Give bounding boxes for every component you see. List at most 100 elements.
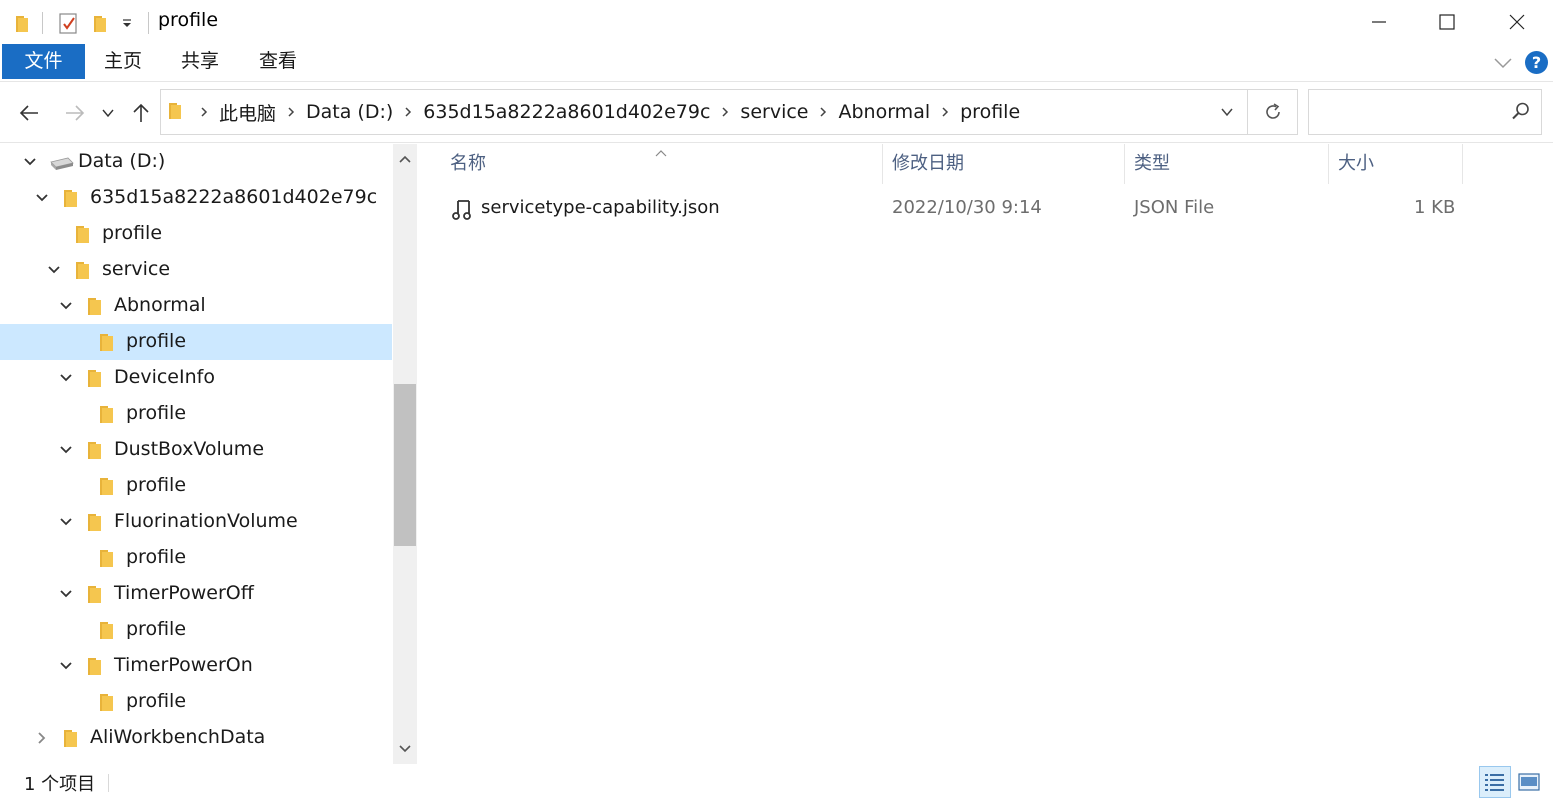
chevron-down-icon[interactable] bbox=[56, 368, 76, 388]
tree-item-fluorinationvolume-profile[interactable]: profile bbox=[0, 540, 392, 576]
help-button[interactable]: ? bbox=[1525, 51, 1548, 74]
tree-item-deviceinfo[interactable]: DeviceInfo bbox=[0, 360, 392, 396]
column-header-type[interactable]: 类型 bbox=[1124, 144, 1328, 184]
chevron-down-icon[interactable] bbox=[56, 512, 76, 532]
sort-ascending-icon bbox=[654, 142, 668, 163]
folder-icon bbox=[14, 10, 32, 36]
folder-icon bbox=[62, 189, 80, 214]
tree-item-drive[interactable]: Data (D:) bbox=[0, 144, 392, 180]
tree-item-timerpoweroff[interactable]: TimerPowerOff bbox=[0, 576, 392, 612]
chevron-right-icon[interactable] bbox=[714, 106, 736, 118]
chevron-down-icon[interactable] bbox=[56, 296, 76, 316]
crumb-drive[interactable]: Data (D:) bbox=[302, 101, 397, 123]
forward-button[interactable] bbox=[60, 98, 90, 128]
tree-item-label: profile bbox=[126, 330, 187, 352]
search-box[interactable] bbox=[1308, 89, 1542, 135]
folder-icon bbox=[74, 225, 92, 250]
tree-item-aliworkbenchdata[interactable]: AliWorkbenchData bbox=[0, 720, 392, 756]
navigation-pane: Data (D:) 635d15a8222a8601d402e79c profi… bbox=[0, 144, 392, 764]
chevron-right-icon[interactable] bbox=[32, 728, 52, 748]
json-file-icon bbox=[450, 198, 474, 227]
tree-item-dustboxvolume[interactable]: DustBoxVolume bbox=[0, 432, 392, 468]
back-button[interactable] bbox=[14, 98, 44, 128]
file-list: 名称 修改日期 类型 大小 servicetype-capability.jso… bbox=[420, 144, 1553, 764]
tree-item-service[interactable]: service bbox=[0, 252, 392, 288]
tree-item-label: profile bbox=[126, 474, 187, 496]
folder-icon bbox=[86, 513, 104, 538]
details-view-button[interactable] bbox=[1479, 766, 1511, 798]
up-button[interactable] bbox=[126, 98, 156, 128]
folder-icon bbox=[86, 585, 104, 610]
tree-item-deviceinfo-profile[interactable]: profile bbox=[0, 396, 392, 432]
file-type: JSON File bbox=[1134, 197, 1215, 218]
file-size: 1 KB bbox=[1414, 197, 1456, 218]
chevron-down-icon[interactable] bbox=[56, 584, 76, 604]
crumb-abnormal[interactable]: Abnormal bbox=[834, 101, 934, 123]
address-history-dropdown[interactable] bbox=[1207, 90, 1247, 134]
tab-file[interactable]: 文件 bbox=[2, 44, 85, 79]
expand-ribbon-icon[interactable] bbox=[1493, 54, 1513, 75]
chevron-down-icon[interactable] bbox=[20, 152, 40, 172]
tree-item-label: profile bbox=[102, 222, 163, 244]
chevron-right-icon[interactable] bbox=[812, 106, 834, 118]
tree-item-fluorinationvolume[interactable]: FluorinationVolume bbox=[0, 504, 392, 540]
tab-view[interactable]: 查看 bbox=[242, 44, 314, 79]
new-folder-icon[interactable] bbox=[92, 10, 110, 36]
file-name: servicetype-capability.json bbox=[481, 197, 720, 218]
tab-share[interactable]: 共享 bbox=[164, 44, 236, 79]
tree-item-timerpoweroff-profile[interactable]: profile bbox=[0, 612, 392, 648]
address-bar[interactable]: 此电脑 Data (D:) 635d15a8222a8601d402e79c s… bbox=[160, 89, 1298, 135]
tree-item-label: Abnormal bbox=[114, 294, 206, 316]
minimize-button[interactable] bbox=[1344, 0, 1414, 44]
tree-item-timerpoweron[interactable]: TimerPowerOn bbox=[0, 648, 392, 684]
chevron-down-icon[interactable] bbox=[56, 440, 76, 460]
folder-icon bbox=[74, 261, 92, 286]
recent-locations-icon[interactable] bbox=[96, 98, 120, 128]
properties-icon[interactable] bbox=[58, 10, 80, 36]
search-input[interactable] bbox=[1317, 98, 1497, 126]
customize-qa-dropdown-icon[interactable] bbox=[120, 10, 134, 36]
tree-item-timerpoweron-profile[interactable]: profile bbox=[0, 684, 392, 720]
tree-item-label: profile bbox=[126, 546, 187, 568]
column-header-size[interactable]: 大小 bbox=[1328, 144, 1462, 184]
crumb-service[interactable]: service bbox=[736, 101, 812, 123]
file-row[interactable]: servicetype-capability.json 2022/10/30 9… bbox=[448, 192, 1458, 226]
crumb-profile[interactable]: profile bbox=[956, 101, 1024, 123]
chevron-right-icon[interactable] bbox=[193, 106, 215, 118]
folder-icon bbox=[62, 729, 80, 754]
chevron-right-icon[interactable] bbox=[934, 106, 956, 118]
navigation-pane-scrollbar[interactable] bbox=[393, 144, 417, 764]
chevron-right-icon[interactable] bbox=[397, 106, 419, 118]
chevron-down-icon[interactable] bbox=[44, 260, 64, 280]
folder-icon bbox=[98, 549, 116, 574]
column-header-date[interactable]: 修改日期 bbox=[882, 144, 1124, 184]
tree-item-abnormal[interactable]: Abnormal bbox=[0, 288, 392, 324]
crumb-root-folder[interactable]: 635d15a8222a8601d402e79c bbox=[419, 101, 714, 123]
folder-icon bbox=[86, 369, 104, 394]
scroll-up-icon[interactable] bbox=[393, 144, 417, 174]
refresh-button[interactable] bbox=[1249, 90, 1297, 134]
scrollbar-thumb[interactable] bbox=[394, 384, 416, 546]
search-icon[interactable] bbox=[1511, 101, 1531, 126]
tree-item-label: profile bbox=[126, 690, 187, 712]
tree-item-abnormal-profile[interactable]: profile bbox=[0, 324, 392, 360]
chevron-down-icon[interactable] bbox=[32, 188, 52, 208]
scroll-down-icon[interactable] bbox=[393, 734, 417, 764]
chevron-down-icon[interactable] bbox=[56, 656, 76, 676]
large-icons-view-button[interactable] bbox=[1513, 766, 1545, 798]
tree-item-root-folder[interactable]: 635d15a8222a8601d402e79c bbox=[0, 180, 392, 216]
item-count: 1 个项目 bbox=[24, 774, 96, 795]
crumb-this-pc[interactable]: 此电脑 bbox=[215, 99, 280, 126]
maximize-button[interactable] bbox=[1412, 0, 1482, 44]
chevron-right-icon[interactable] bbox=[280, 106, 302, 118]
folder-icon bbox=[98, 621, 116, 646]
tab-home[interactable]: 主页 bbox=[88, 44, 158, 79]
close-button[interactable] bbox=[1482, 0, 1552, 44]
tree-item-label: FluorinationVolume bbox=[114, 510, 298, 532]
tree-item-profile[interactable]: profile bbox=[0, 216, 392, 252]
tree-item-label: service bbox=[102, 258, 171, 280]
folder-icon bbox=[86, 297, 104, 322]
tree-item-label: Data (D:) bbox=[78, 150, 166, 172]
tree-item-dustboxvolume-profile[interactable]: profile bbox=[0, 468, 392, 504]
status-bar: 1 个项目 bbox=[0, 764, 1553, 800]
